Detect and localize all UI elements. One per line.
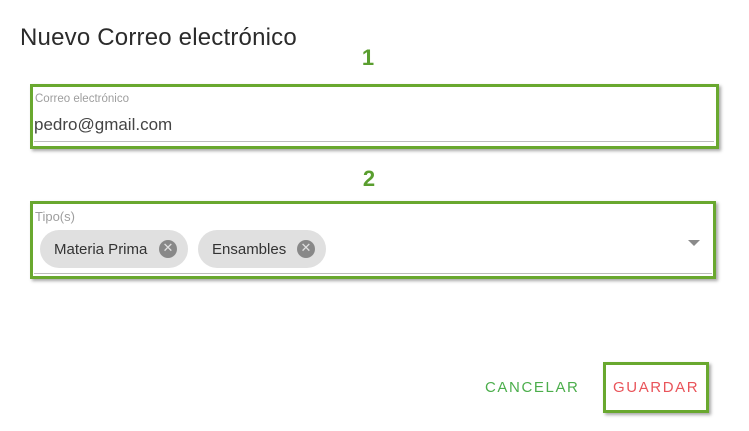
caret-down-icon[interactable]	[688, 240, 700, 246]
chip-label: Materia Prima	[54, 240, 148, 258]
types-field-label: Tipo(s)	[35, 209, 75, 224]
types-field-underline	[34, 273, 712, 274]
dialog-title: Nuevo Correo electrónico	[20, 24, 297, 51]
email-field[interactable]: pedro@gmail.com	[34, 115, 172, 135]
email-field-underline	[34, 141, 714, 142]
type-chip-materia-prima: Materia Prima ✕	[40, 230, 188, 268]
save-button[interactable]: GUARDAR	[613, 379, 699, 396]
email-field-label: Correo electrónico	[35, 93, 129, 105]
type-chip-ensambles: Ensambles ✕	[198, 230, 326, 268]
chip-label: Ensambles	[212, 240, 287, 258]
cancel-circle-icon[interactable]: ✕	[159, 240, 177, 258]
step-2-annotation: 2	[362, 166, 376, 191]
cancel-circle-icon[interactable]: ✕	[297, 240, 315, 258]
step-1-annotation: 1	[361, 45, 375, 70]
cancel-button[interactable]: CANCELAR	[485, 379, 580, 396]
